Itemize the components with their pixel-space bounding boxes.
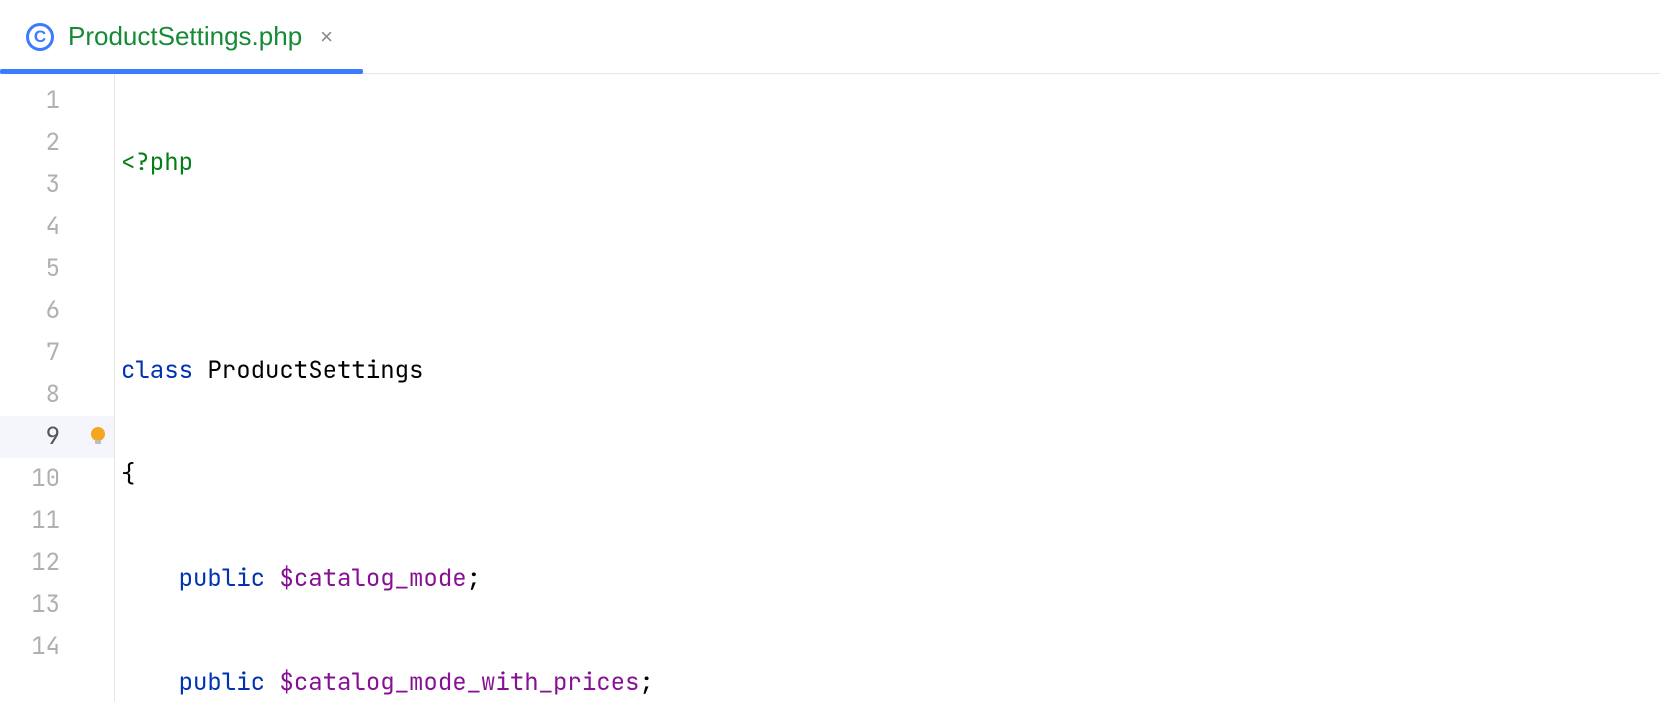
line-number: 6 [0, 290, 114, 332]
line-number: 7 [0, 332, 114, 374]
code-line [115, 246, 1660, 288]
code-line: public $catalog_mode; [115, 558, 1660, 600]
line-number: 1 [0, 80, 114, 122]
tab-bar: C ProductSettings.php × [0, 0, 1660, 74]
line-number: 8 [0, 374, 114, 416]
intention-bulb-icon[interactable] [86, 425, 110, 449]
editor[interactable]: 1 2 3 4 5 6 7 8 9 10 11 12 13 14 <?php c… [0, 74, 1660, 702]
code-line: { [115, 454, 1660, 496]
line-number: 2 [0, 122, 114, 164]
line-number: 5 [0, 248, 114, 290]
tab-productsettings[interactable]: C ProductSettings.php × [0, 0, 363, 73]
tab-label: ProductSettings.php [68, 21, 302, 52]
line-number: 10 [0, 458, 114, 500]
gutter: 1 2 3 4 5 6 7 8 9 10 11 12 13 14 [0, 74, 115, 702]
line-number: 13 [0, 584, 114, 626]
code-line: <?php [115, 142, 1660, 184]
file-class-icon: C [26, 23, 54, 51]
line-number: 3 [0, 164, 114, 206]
line-number: 12 [0, 542, 114, 584]
code-area[interactable]: <?php class ProductSettings { public $ca… [115, 74, 1660, 702]
line-number: 11 [0, 500, 114, 542]
code-line: public $catalog_mode_with_prices; [115, 662, 1660, 702]
line-number: 4 [0, 206, 114, 248]
close-icon[interactable]: × [316, 24, 337, 50]
line-number: 14 [0, 626, 114, 668]
line-number: 9 [0, 416, 114, 458]
code-line: class ProductSettings [115, 350, 1660, 392]
